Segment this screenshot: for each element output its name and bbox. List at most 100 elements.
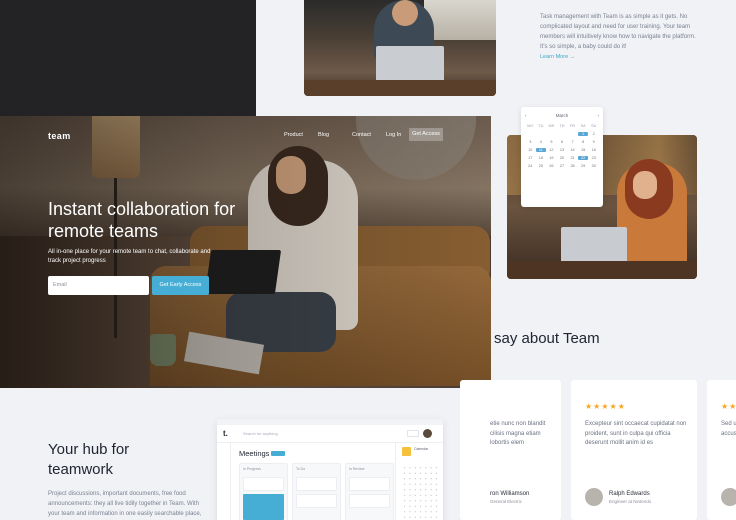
calendar-day[interactable]: 5 bbox=[546, 140, 557, 144]
calendar-day-of-week: TU bbox=[538, 124, 544, 128]
photo-head bbox=[392, 0, 418, 26]
kanban-column: In Progress bbox=[239, 463, 288, 520]
calendar-day bbox=[567, 132, 578, 136]
app-topbar: t. Search for anything bbox=[217, 425, 443, 443]
calendar-day[interactable]: 17 bbox=[525, 156, 536, 160]
calendar-widget: ‹ March › MO TU WE TH FR SA SU 1 2 3 4 5 6 7 8 9 10 11 12 1… bbox=[521, 107, 603, 207]
calendar-day[interactable]: 30 bbox=[588, 164, 599, 168]
star-rating: ★★ bbox=[721, 402, 736, 411]
calendar-day[interactable]: 29 bbox=[578, 164, 589, 168]
testimonial-name: Ralph Edwards bbox=[609, 491, 650, 497]
calendar-day bbox=[525, 132, 536, 136]
app-search-input: Search for anything bbox=[243, 431, 278, 436]
calendar-icon bbox=[402, 447, 411, 456]
calendar-day-of-week: MO bbox=[527, 124, 534, 128]
canvas: Task management with Team is as simple a… bbox=[0, 0, 736, 520]
calendar-day[interactable]: 16 bbox=[588, 148, 599, 152]
calendar-day bbox=[557, 132, 568, 136]
kanban-card bbox=[296, 477, 337, 491]
calendar-day[interactable]: 21 bbox=[567, 156, 578, 160]
testimonial-card: ★★★★★ Excepteur sint occaecat cupidatat … bbox=[571, 380, 697, 520]
calendar-day-of-week: FR bbox=[570, 124, 576, 128]
kanban-card bbox=[349, 494, 390, 508]
calendar-day[interactable]: 27 bbox=[557, 164, 568, 168]
brand-logo[interactable]: team bbox=[48, 131, 71, 141]
avatar bbox=[721, 488, 736, 506]
calendar-day[interactable]: 6 bbox=[557, 140, 568, 144]
chevron-right-icon[interactable]: › bbox=[597, 113, 599, 118]
app-side-calendar: Calendar bbox=[395, 443, 443, 520]
kanban-column: To Do bbox=[292, 463, 341, 520]
nav-blog[interactable]: Blog bbox=[318, 132, 329, 138]
man-with-laptop-photo bbox=[304, 0, 496, 96]
hub-description: Project discussions, important documents… bbox=[48, 491, 202, 517]
photo-table bbox=[304, 80, 496, 96]
nav-login[interactable]: Log In bbox=[386, 132, 401, 138]
calendar-day[interactable]: 4 bbox=[536, 140, 547, 144]
calendar-day[interactable]: 14 bbox=[567, 148, 578, 152]
calendar-day[interactable]: 15 bbox=[578, 148, 589, 152]
calendar-day[interactable]: 28 bbox=[567, 164, 578, 168]
photo-window bbox=[424, 0, 496, 40]
calendar-day[interactable]: 10 bbox=[525, 148, 536, 152]
calendar-month: March bbox=[555, 113, 569, 118]
app-badge bbox=[271, 451, 285, 456]
calendar-day[interactable]: 26 bbox=[546, 164, 557, 168]
calendar-day[interactable]: 24 bbox=[525, 164, 536, 168]
calendar-day[interactable]: 18 bbox=[536, 156, 547, 160]
kanban-card bbox=[296, 494, 337, 508]
app-side-rail bbox=[217, 443, 231, 520]
calendar-day-of-week: TH bbox=[559, 124, 565, 128]
calendar-day[interactable]: 2 bbox=[588, 132, 599, 136]
testimonial-role: Engineer at Nintendo bbox=[609, 499, 652, 504]
calendar-day[interactable]: 23 bbox=[588, 156, 599, 160]
get-access-button[interactable]: Get Access bbox=[409, 128, 443, 141]
calendar-day[interactable]: 3 bbox=[525, 140, 536, 144]
calendar-day-of-week: WE bbox=[548, 124, 555, 128]
avatar bbox=[585, 488, 603, 506]
calendar-day[interactable]: 8 bbox=[578, 140, 589, 144]
photo-laptop bbox=[376, 46, 444, 84]
calendar-day[interactable]: 9 bbox=[588, 140, 599, 144]
photo-girl-face bbox=[633, 171, 657, 199]
app-top-button bbox=[407, 430, 419, 437]
feature-description: Task management with Team is as simple a… bbox=[540, 14, 696, 50]
calendar-day[interactable]: 22 bbox=[577, 156, 589, 160]
hero-section: team Product Blog Contact Log In Get Acc… bbox=[0, 116, 491, 388]
calendar-header: ‹ March › bbox=[525, 113, 599, 118]
calendar-day[interactable]: 12 bbox=[546, 148, 557, 152]
nav-product[interactable]: Product bbox=[284, 132, 303, 138]
calendar-day[interactable]: 7 bbox=[567, 140, 578, 144]
avatar bbox=[423, 429, 432, 438]
dark-block bbox=[0, 0, 256, 116]
testimonial-quote: Sed u accus bbox=[721, 421, 736, 437]
calendar-day-of-week: SA bbox=[580, 124, 586, 128]
calendar-day[interactable]: 1 bbox=[577, 132, 589, 136]
hero-subtitle: All in-one place for your remote team to… bbox=[48, 249, 211, 264]
testimonial-card: etie nunc non blandit cilisis magna etia… bbox=[460, 380, 561, 520]
testimonials-heading: say about Team bbox=[494, 330, 600, 347]
learn-more-link[interactable]: Learn More → bbox=[540, 54, 575, 60]
chevron-left-icon[interactable]: ‹ bbox=[525, 113, 527, 118]
testimonial-role: General Electric bbox=[490, 499, 523, 504]
calendar-day[interactable]: 25 bbox=[536, 164, 547, 168]
hero-title: Instant collaboration for remote teams bbox=[48, 199, 236, 241]
kanban-column-title: In Review bbox=[349, 467, 365, 471]
email-input[interactable]: Email bbox=[48, 276, 149, 295]
kanban-card bbox=[243, 494, 284, 520]
calendar-day[interactable]: 20 bbox=[557, 156, 568, 160]
app-calendar-label: Calendar bbox=[414, 447, 429, 451]
calendar-day-of-week: SU bbox=[591, 124, 597, 128]
calendar-day[interactable]: 13 bbox=[557, 148, 568, 152]
nav-contact[interactable]: Contact bbox=[352, 132, 371, 138]
kanban-column-title: In Progress bbox=[243, 467, 261, 471]
kanban-card bbox=[243, 477, 284, 491]
get-early-access-button[interactable]: Get Early Access bbox=[152, 276, 209, 295]
calendar-day[interactable]: 11 bbox=[535, 148, 547, 152]
calendar-day[interactable]: 19 bbox=[546, 156, 557, 160]
testimonial-quote: Excepteur sint occaecat cupidatat non pr… bbox=[585, 421, 687, 446]
photo-table-right bbox=[507, 261, 697, 279]
kanban-card bbox=[349, 477, 390, 491]
kanban-column: In Review bbox=[345, 463, 394, 520]
calendar-day bbox=[546, 132, 557, 136]
